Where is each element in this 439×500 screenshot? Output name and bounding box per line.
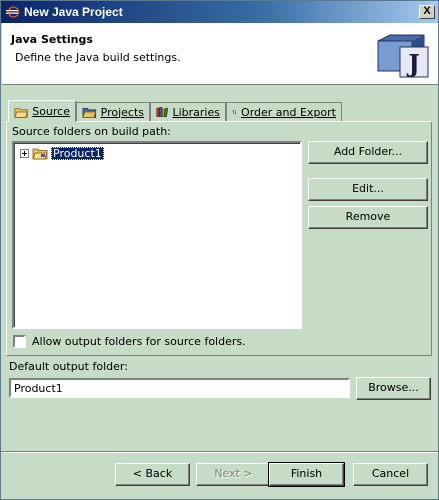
finish-button[interactable]: Finish xyxy=(268,462,345,487)
tab-libraries[interactable]: Libraries xyxy=(150,102,226,121)
back-button[interactable]: < Back xyxy=(115,463,190,486)
tree-item-product1[interactable]: Product1 xyxy=(20,147,104,160)
package-folder-icon xyxy=(32,148,48,160)
source-folder-icon xyxy=(14,107,28,118)
page-title: Java Settings xyxy=(11,33,93,46)
java-project-wizard-icon: J xyxy=(377,34,429,78)
libraries-icon xyxy=(156,107,169,118)
svg-text:J: J xyxy=(406,49,419,78)
source-folder-tree[interactable]: Product1 xyxy=(12,141,302,329)
edit-button[interactable]: Edit... xyxy=(308,178,428,201)
source-folders-label: Source folders on build path: xyxy=(12,125,171,138)
cancel-button[interactable]: Cancel xyxy=(353,463,428,486)
tab-order-label: Order and Export xyxy=(241,105,336,119)
window-title: New Java Project xyxy=(24,5,123,19)
eclipse-icon xyxy=(5,5,19,19)
add-folder-button[interactable]: Add Folder... xyxy=(308,141,428,164)
tab-projects-label: Projects xyxy=(100,105,144,119)
page-description: Define the Java build settings. xyxy=(15,51,181,64)
allow-output-folders-label: Allow output folders for source folders. xyxy=(32,335,246,348)
new-java-project-dialog: New Java Project X Java Settings Define … xyxy=(0,0,439,500)
default-output-folder-label: Default output folder: xyxy=(9,360,128,373)
title-bar[interactable]: New Java Project X xyxy=(1,1,438,23)
default-output-folder-input[interactable] xyxy=(9,378,350,398)
tab-order-and-export[interactable]: Order and Export xyxy=(226,102,342,121)
order-arrows-icon xyxy=(232,109,237,115)
next-button[interactable]: Next > xyxy=(196,463,271,486)
allow-output-folders-checkbox[interactable] xyxy=(13,335,26,348)
allow-output-folders-option[interactable]: Allow output folders for source folders. xyxy=(13,335,246,348)
browse-button[interactable]: Browse... xyxy=(356,377,431,400)
wizard-header: Java Settings Define the Java build sett… xyxy=(2,23,438,85)
remove-button[interactable]: Remove xyxy=(308,206,428,229)
tree-item-label: Product1 xyxy=(51,147,104,160)
close-button[interactable]: X xyxy=(419,5,435,19)
tab-source-label: Source xyxy=(32,105,70,118)
projects-icon xyxy=(82,107,97,118)
footer-separator xyxy=(1,451,438,453)
expand-icon[interactable] xyxy=(20,149,29,158)
tab-libraries-label: Libraries xyxy=(172,105,220,119)
tab-projects[interactable]: Projects xyxy=(76,102,150,121)
tab-source[interactable]: Source xyxy=(8,100,76,122)
